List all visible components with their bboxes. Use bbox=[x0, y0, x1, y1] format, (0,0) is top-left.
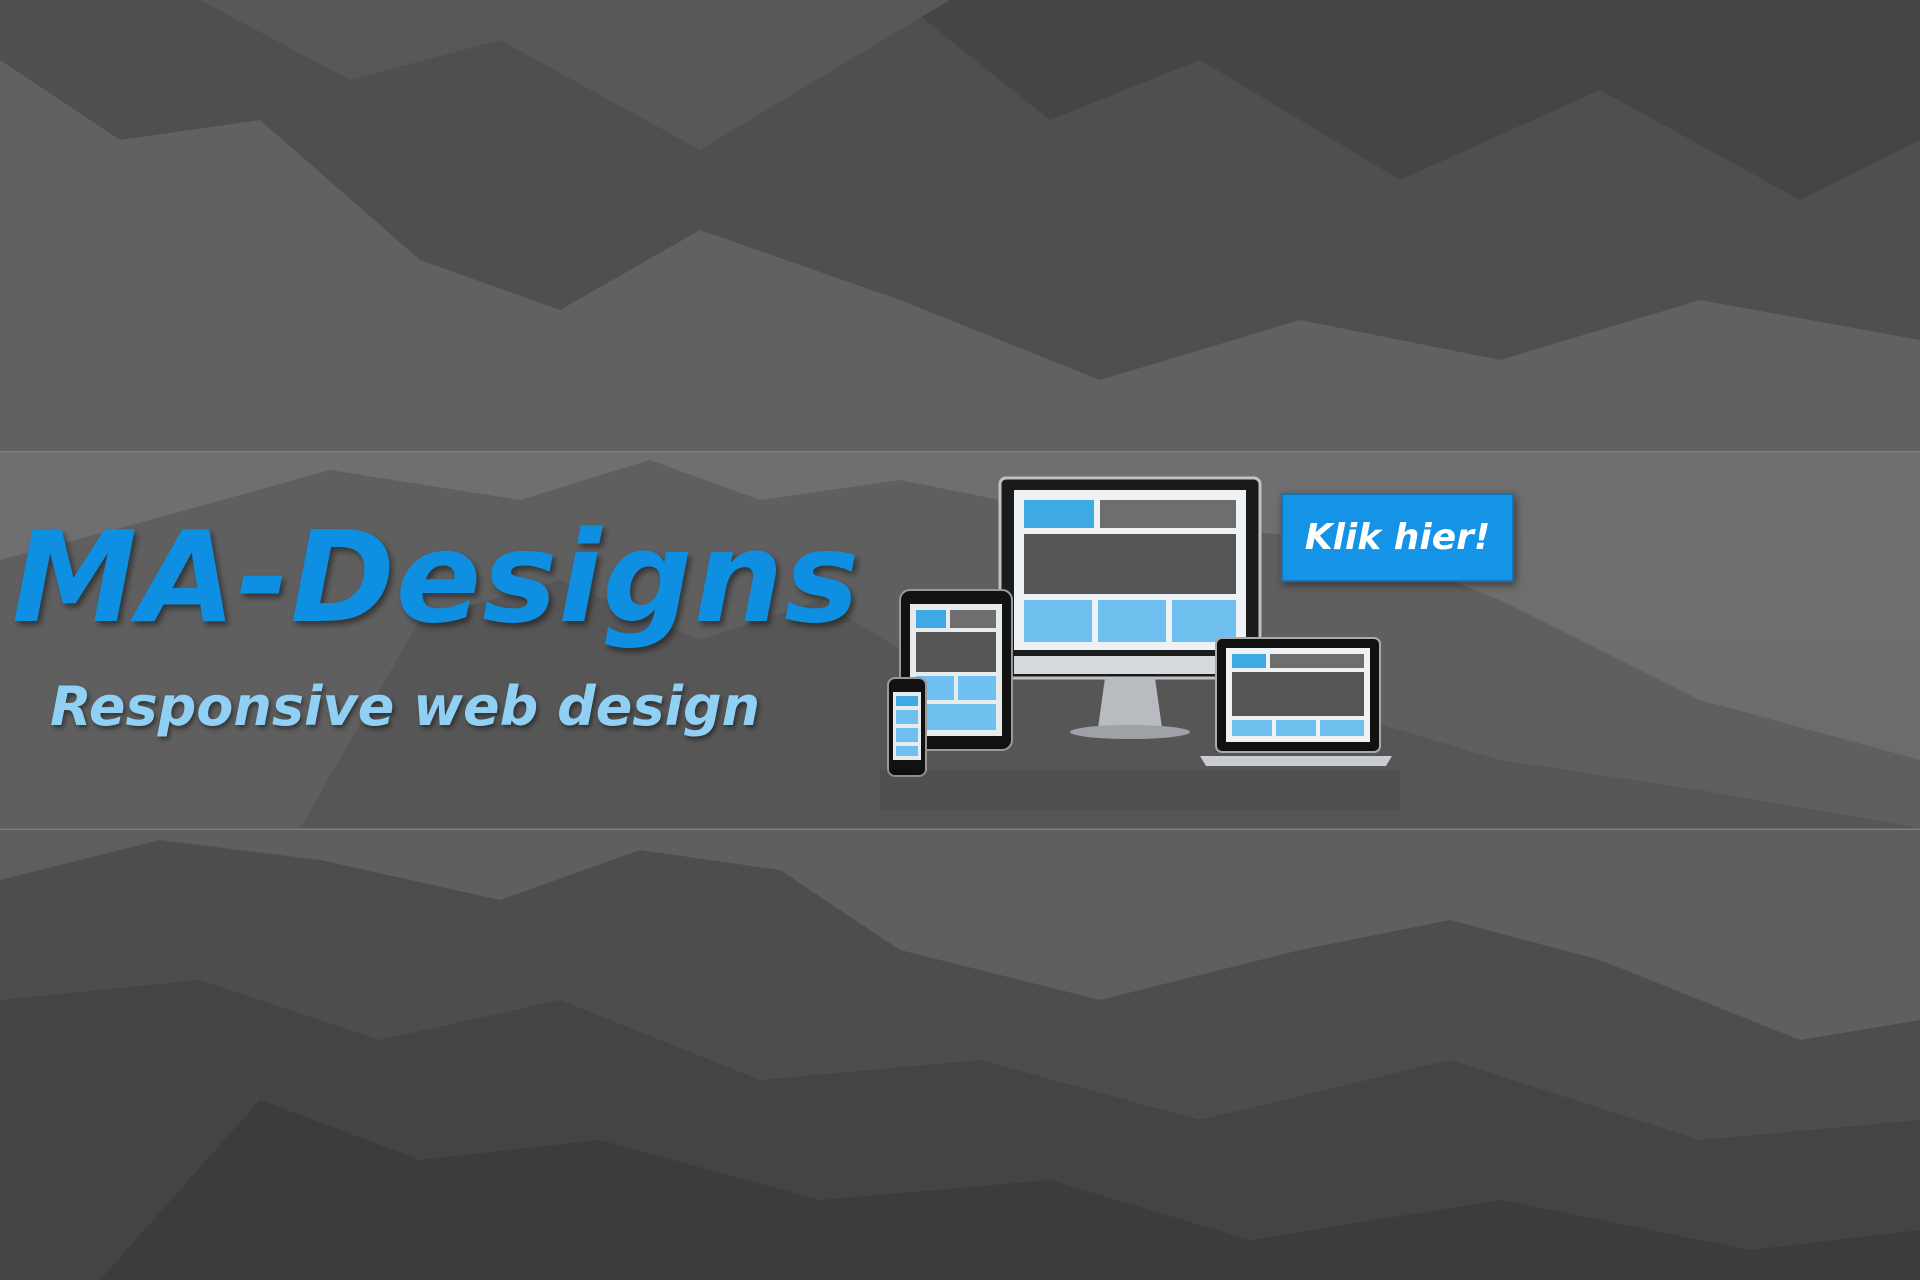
cta-button[interactable]: Klik hier! bbox=[1281, 493, 1514, 582]
phone-icon bbox=[887, 677, 927, 777]
laptop-icon bbox=[1200, 637, 1392, 766]
brand-title: MA-Designs bbox=[12, 504, 861, 651]
brand-tagline: Responsive web design bbox=[50, 675, 761, 738]
